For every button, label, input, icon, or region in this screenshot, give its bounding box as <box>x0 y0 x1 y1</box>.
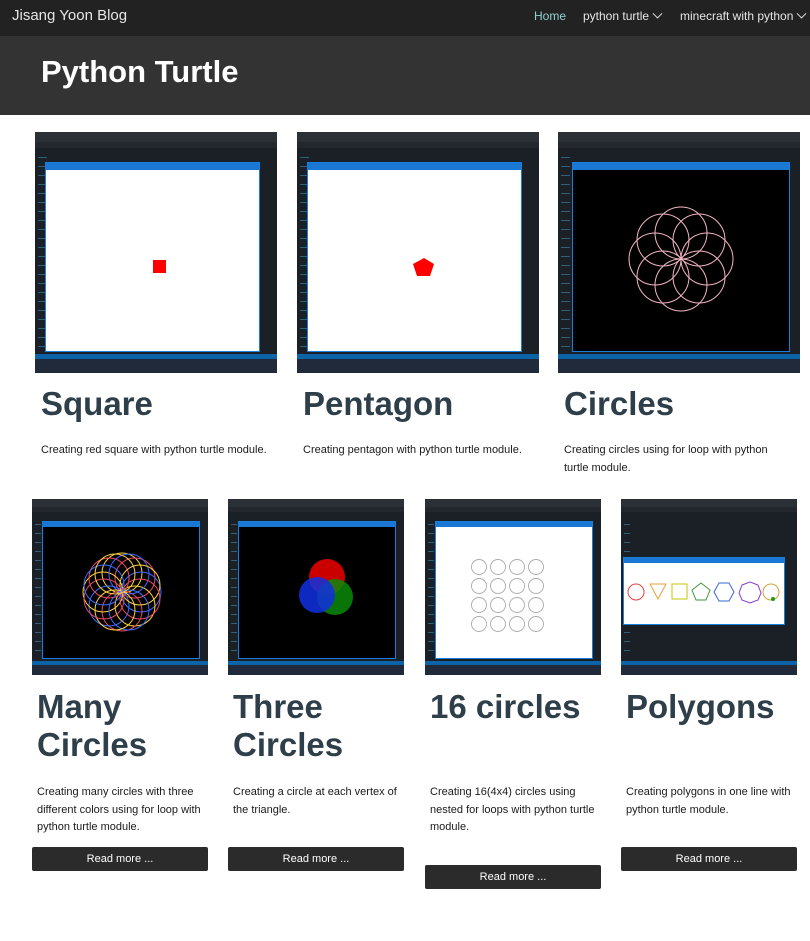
taskbar <box>297 359 539 373</box>
taskbar <box>621 665 797 675</box>
editor-tabs <box>32 507 208 512</box>
card-description: Creating a circle at each vertex of the … <box>233 786 397 816</box>
read-more-button[interactable]: Read more ... <box>32 847 208 871</box>
chevron-down-icon <box>652 8 663 19</box>
taskbar <box>425 665 601 675</box>
card-description: Creating red square with python turtle m… <box>41 444 267 456</box>
turtle-canvas <box>436 527 592 658</box>
card-thumbnail-many-circles[interactable] <box>32 499 208 675</box>
editor-tabs <box>297 142 539 148</box>
card-title-pentagon[interactable]: Pentagon <box>303 385 453 423</box>
card-title-many-circles[interactable]: Many Circles <box>37 688 207 764</box>
editor-titlebar <box>35 132 277 142</box>
card-description: Creating 16(4x4) circles using nested fo… <box>430 786 595 833</box>
turtle-canvas <box>239 527 395 658</box>
turtle-canvas <box>573 170 789 351</box>
taskbar <box>35 359 277 373</box>
nav-item-minecraft[interactable]: minecraft with python <box>680 8 807 23</box>
editor-titlebar <box>228 499 404 507</box>
taskbar <box>558 359 800 373</box>
red-pentagon-icon <box>413 258 434 276</box>
read-more-button[interactable]: Read more ... <box>621 847 797 871</box>
colored-circles-icon <box>82 552 162 632</box>
card-description: Creating polygons in one line with pytho… <box>626 786 791 816</box>
nav-item-python-turtle[interactable]: python turtle <box>583 8 663 23</box>
turtle-window <box>572 162 790 352</box>
card-thumbnail-circles[interactable] <box>558 132 800 373</box>
pink-circles-icon <box>628 206 734 312</box>
polygons-icon <box>627 581 780 604</box>
editor-tabs <box>35 142 277 148</box>
taskbar <box>228 665 404 675</box>
read-more-button[interactable]: Read more ... <box>425 865 601 889</box>
card-thumbnail-pentagon[interactable] <box>297 132 539 373</box>
editor-titlebar <box>558 132 800 142</box>
window-titlebar <box>308 163 521 170</box>
card-description: Creating pentagon with python turtle mod… <box>303 444 522 456</box>
turtle-window <box>42 521 200 659</box>
nav-item-label: Home <box>534 9 567 23</box>
turtle-window <box>238 521 396 659</box>
card-thumbnail-polygons[interactable] <box>621 499 797 675</box>
nav-item-label: minecraft with python <box>680 9 794 23</box>
card-title-polygons[interactable]: Polygons <box>626 688 801 726</box>
window-titlebar <box>46 163 259 170</box>
grid-circles-icon <box>471 559 544 632</box>
chevron-down-icon <box>796 8 807 19</box>
turtle-canvas <box>624 563 784 624</box>
editor-titlebar <box>425 499 601 507</box>
editor-tabs <box>228 507 404 512</box>
editor-titlebar <box>32 499 208 507</box>
editor-tabs <box>621 507 797 512</box>
editor-titlebar <box>621 499 797 507</box>
page-title: Python Turtle <box>41 54 239 89</box>
window-titlebar <box>573 163 789 170</box>
turtle-canvas <box>46 170 259 351</box>
nav-item-home[interactable]: Home <box>534 9 566 23</box>
nav-item-label: python turtle <box>583 9 650 23</box>
turtle-window <box>45 162 260 352</box>
card-thumbnail-square[interactable] <box>35 132 277 373</box>
turtle-canvas <box>43 527 199 658</box>
code-lines <box>231 519 237 651</box>
rgb-circles-icon <box>299 559 353 615</box>
brand-link[interactable]: Jisang Yoon Blog <box>12 7 127 24</box>
card-title-three-circles[interactable]: Three Circles <box>233 688 403 764</box>
turtle-window <box>435 521 593 659</box>
card-description: Creating many circles with three differe… <box>37 786 201 833</box>
editor-tabs <box>425 507 601 512</box>
turtle-window <box>623 557 785 625</box>
top-navbar: Jisang Yoon Blog Home python turtle mine… <box>0 0 810 36</box>
card-title-16-circles[interactable]: 16 circles <box>430 688 605 726</box>
page-header: Python Turtle <box>0 36 810 115</box>
editor-titlebar <box>297 132 539 142</box>
read-more-button[interactable]: Read more ... <box>228 847 404 871</box>
turtle-canvas <box>308 170 521 351</box>
code-lines <box>428 519 434 651</box>
taskbar <box>32 665 208 675</box>
code-lines <box>35 519 41 651</box>
card-description: Creating circles using for loop with pyt… <box>564 444 768 474</box>
turtle-window <box>307 162 522 352</box>
editor-tabs <box>558 142 800 148</box>
code-lines <box>561 152 570 349</box>
card-thumbnail-three-circles[interactable] <box>228 499 404 675</box>
card-title-circles[interactable]: Circles <box>564 385 674 423</box>
card-title-square[interactable]: Square <box>41 385 153 423</box>
card-thumbnail-16-circles[interactable] <box>425 499 601 675</box>
red-square-icon <box>153 260 166 273</box>
